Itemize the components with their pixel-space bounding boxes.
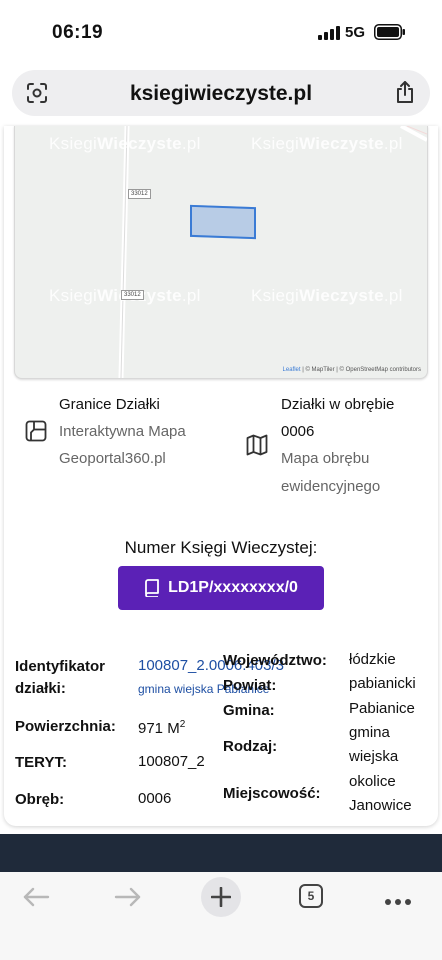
identifier-label: działki: <box>15 680 66 697</box>
parcel-polygon[interactable] <box>190 204 256 240</box>
teryt-label: TERYT: <box>15 754 67 771</box>
type-value: wiejska <box>349 748 399 765</box>
parcel-boundaries-link[interactable]: Geoportal360.pl <box>59 445 166 472</box>
precinct-map-link[interactable]: ewidencyjnego <box>281 473 380 500</box>
url-text[interactable]: ksiegiwieczyste.pl <box>12 82 430 106</box>
type-label: Rodzaj: <box>223 738 278 755</box>
area-value: 971 M2 <box>138 719 186 737</box>
road-label: 33012 <box>121 290 144 300</box>
parcel-boundaries-link[interactable]: Interaktywna Mapa <box>59 418 186 445</box>
back-arrow-icon[interactable] <box>22 886 50 908</box>
county-label: Powiat: <box>223 677 277 694</box>
precinct-label: Obręb: <box>15 791 65 808</box>
browser-toolbar: 5 <box>0 872 442 960</box>
plus-icon <box>211 887 231 907</box>
leaflet-link[interactable]: Leaflet <box>283 367 301 373</box>
type-value: gmina <box>349 724 390 741</box>
battery-icon <box>374 24 406 40</box>
map-icon[interactable] <box>246 434 268 456</box>
forward-arrow-icon[interactable] <box>114 886 142 908</box>
address-bar[interactable]: ksiegiwieczyste.pl <box>12 70 430 116</box>
book-icon <box>144 579 160 598</box>
commune-label: Gmina: <box>223 702 275 719</box>
commune-value: Pabianice <box>349 700 415 717</box>
map-attribution: Leaflet | © MapTiler | © OpenStreetMap c… <box>282 367 421 373</box>
map-watermark: KsiegiWieczyste.pl <box>251 286 403 305</box>
precinct-value: 0006 <box>138 790 172 807</box>
land-register-number: LD1P/xxxxxxxx/0 <box>168 579 298 596</box>
locality-value: okolice <box>349 773 396 790</box>
teryt-value: 100807_2 <box>138 753 205 770</box>
map-watermark: KsiegiWieczyste.pl <box>251 134 403 153</box>
precinct-number[interactable]: 0006 <box>281 423 314 440</box>
new-tab-button[interactable] <box>201 877 241 917</box>
precinct-parcels-title[interactable]: Działki w obrębie <box>281 396 394 413</box>
page-footer <box>0 834 442 872</box>
network-type: 5G <box>345 24 366 41</box>
area-label: Powierzchnia: <box>15 718 116 735</box>
land-register-heading: Numer Księgi Wieczystej: <box>124 538 318 557</box>
voivodeship-value: łódzkie <box>349 651 396 668</box>
land-register-button[interactable]: LD1P/xxxxxxxx/0 <box>118 566 324 610</box>
signal-icon <box>318 26 340 40</box>
status-time: 06:19 <box>52 22 104 43</box>
precinct-map-link[interactable]: Mapa obrębu <box>281 445 369 472</box>
identifier-label: Identyfikator <box>15 658 106 675</box>
voivodeship-label: Województwo: <box>223 652 327 669</box>
map-watermark: KsiegiWieczyste.pl <box>49 134 201 153</box>
parcel-map[interactable]: KsiegiWieczyste.pl KsiegiWieczyste.pl Ks… <box>14 126 428 379</box>
share-icon[interactable] <box>394 80 416 104</box>
locality-value: Janowice <box>349 797 412 814</box>
locality-label: Miejscowość: <box>223 785 321 802</box>
more-options-icon[interactable] <box>384 893 412 905</box>
parcel-boundaries-title[interactable]: Granice Działki <box>59 396 160 413</box>
map-layout-icon[interactable] <box>25 420 47 442</box>
tab-count: 5 <box>307 889 315 903</box>
road-label: 33012 <box>128 189 151 199</box>
tabs-button[interactable]: 5 <box>299 884 323 908</box>
county-value: pabianicki <box>349 675 416 692</box>
